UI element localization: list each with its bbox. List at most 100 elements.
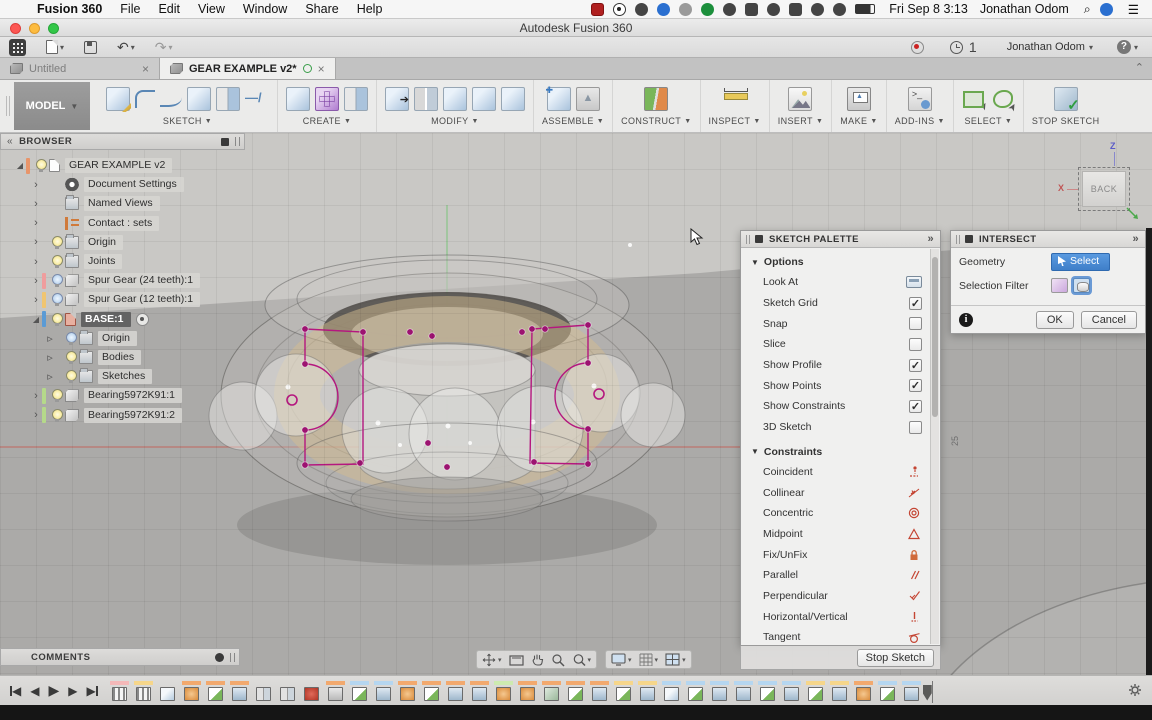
visibility-bulb-icon[interactable]: [51, 389, 62, 402]
timeline-item-stamp[interactable]: [328, 687, 343, 701]
expander-icon[interactable]: ›: [30, 294, 42, 306]
panel-grip[interactable]: [956, 235, 960, 244]
expander-icon[interactable]: ›: [30, 217, 42, 229]
timeline-item-sketch[interactable]: [424, 687, 439, 701]
panel-grip[interactable]: [230, 653, 235, 662]
go-to-end-button[interactable]: ▶: [86, 684, 97, 698]
timeline-item-joint[interactable]: [400, 687, 415, 701]
timeline-item-sketch[interactable]: [880, 687, 895, 701]
tree-item-joints[interactable]: › Joints: [0, 252, 245, 271]
addins-group-label[interactable]: ADD-INS▼: [895, 116, 945, 126]
timeline-item-sketch[interactable]: [760, 687, 775, 701]
rectangle-icon[interactable]: [187, 87, 211, 111]
slice-checkbox[interactable]: [909, 338, 922, 351]
stop-sketch-button[interactable]: Stop Sketch: [857, 649, 934, 667]
joint-icon[interactable]: [576, 87, 600, 111]
redo-button[interactable]: ↷▾: [155, 39, 173, 56]
timeline-item-joint[interactable]: [856, 687, 871, 701]
menu-edit[interactable]: Edit: [149, 2, 189, 16]
panel-dock-icon[interactable]: [221, 138, 229, 146]
tree-item-base-bodies[interactable]: ▹ Bodies: [0, 348, 245, 367]
file-menu-button[interactable]: ▾: [46, 40, 64, 54]
timeline-item-joint[interactable]: [496, 687, 511, 701]
options-section-header[interactable]: ▼Options: [741, 248, 940, 272]
timeline-item-extrude[interactable]: [376, 687, 391, 701]
create-group-label[interactable]: CREATE▼: [303, 116, 352, 126]
unpin-panel-icon[interactable]: »: [927, 233, 934, 245]
unpin-panel-icon[interactable]: »: [1132, 233, 1139, 245]
status-icon-1[interactable]: [635, 3, 648, 16]
spline-icon[interactable]: [160, 91, 182, 107]
palette-scrollbar[interactable]: [930, 249, 939, 644]
expander-icon[interactable]: ›: [30, 275, 42, 287]
make-group-label[interactable]: MAKE▼: [840, 116, 877, 126]
construction-plane-icon[interactable]: [644, 87, 668, 111]
timeline-item-extrude[interactable]: [712, 687, 727, 701]
visibility-bulb-icon[interactable]: [35, 159, 46, 172]
undo-button[interactable]: ↶▾: [117, 39, 135, 56]
panel-grip[interactable]: [746, 235, 750, 244]
split-face-icon[interactable]: [414, 87, 438, 111]
save-button[interactable]: [84, 41, 97, 54]
timeline-item-mirror[interactable]: [256, 687, 271, 701]
select-group-label[interactable]: SELECT▼: [965, 116, 1013, 126]
timeline-item-body[interactable]: [160, 687, 175, 701]
timeline-playhead[interactable]: [923, 685, 932, 701]
scripts-addins-icon[interactable]: [908, 87, 932, 111]
close-tab-icon[interactable]: ×: [318, 62, 325, 76]
tree-item-spur-gear-24[interactable]: › Spur Gear (24 teeth):1: [0, 271, 245, 290]
orbit-button[interactable]: ▾: [482, 653, 502, 667]
user-account-button[interactable]: Jonathan Odom▾: [1007, 41, 1093, 53]
tree-item-root[interactable]: ◢ GEAR EXAMPLE v2: [0, 156, 245, 175]
freeform-select-icon[interactable]: [991, 87, 1015, 111]
assemble-group-label[interactable]: ASSEMBLE▼: [542, 116, 604, 126]
loft-icon[interactable]: [344, 87, 368, 111]
record-status-icon[interactable]: [613, 3, 626, 16]
constraint-perpendicular[interactable]: Perpendicular: [741, 586, 940, 607]
tree-item-named-views[interactable]: › Named Views: [0, 194, 245, 213]
volume-icon[interactable]: [833, 3, 846, 16]
visibility-bulb-icon[interactable]: [51, 274, 62, 287]
expander-icon[interactable]: ›: [30, 198, 42, 210]
tree-item-base-sketches[interactable]: ▹ Sketches: [0, 367, 245, 386]
menu-user[interactable]: Jonathan Odom: [974, 2, 1075, 16]
inspect-group-label[interactable]: INSPECT▼: [709, 116, 761, 126]
timeline-item-mirror[interactable]: [280, 687, 295, 701]
menu-file[interactable]: File: [111, 2, 149, 16]
tab-untitled[interactable]: Untitled ×: [0, 58, 160, 79]
menu-app[interactable]: Fusion 360: [28, 2, 111, 16]
new-component-icon[interactable]: [547, 87, 571, 111]
show-points-checkbox[interactable]: ✓: [909, 379, 922, 392]
grid-snap-button[interactable]: ▾: [639, 653, 659, 666]
cancel-button[interactable]: Cancel: [1081, 311, 1137, 329]
timeline-item-extrude[interactable]: [472, 687, 487, 701]
chamfer-icon[interactable]: [472, 87, 496, 111]
tree-item-base-origin[interactable]: ▹ Origin: [0, 329, 245, 348]
visibility-bulb-icon[interactable]: [65, 370, 76, 383]
constraint-coincident[interactable]: Coincident: [741, 462, 940, 483]
timeline-item-pin[interactable]: [304, 687, 319, 701]
activate-component-radio[interactable]: [136, 313, 149, 326]
scrollbar-thumb[interactable]: [932, 257, 938, 417]
menu-view[interactable]: View: [189, 2, 234, 16]
sketch-palette-header[interactable]: SKETCH PALETTE »: [741, 231, 940, 248]
view-cube-face-back[interactable]: BACK: [1082, 171, 1126, 207]
visibility-bulb-icon[interactable]: [51, 313, 62, 326]
timeline-item-box[interactable]: [664, 687, 679, 701]
menu-share[interactable]: Share: [296, 2, 347, 16]
browser-header[interactable]: « BROWSER: [0, 133, 245, 150]
constraints-section-header[interactable]: ▼Constraints: [741, 438, 940, 462]
menu-clock[interactable]: Fri Sep 8 3:13: [883, 2, 974, 16]
visibility-bulb-icon[interactable]: [51, 293, 62, 306]
sketch-grid-checkbox[interactable]: ✓: [909, 297, 922, 310]
expander-icon[interactable]: ◢: [14, 161, 26, 170]
visibility-bulb-icon[interactable]: [51, 255, 62, 268]
workspace-selector[interactable]: MODEL▼: [14, 82, 90, 130]
timeline-item-sketch[interactable]: [808, 687, 823, 701]
tree-item-spur-gear-12[interactable]: › Spur Gear (12 teeth):1: [0, 290, 245, 309]
insert-group-label[interactable]: INSERT▼: [778, 116, 824, 126]
view-cube[interactable]: BACK Z X: [1058, 141, 1150, 226]
menu-help[interactable]: Help: [348, 2, 392, 16]
stop-sketch-label[interactable]: STOP SKETCH: [1032, 116, 1100, 126]
siri-icon[interactable]: [1100, 3, 1113, 16]
